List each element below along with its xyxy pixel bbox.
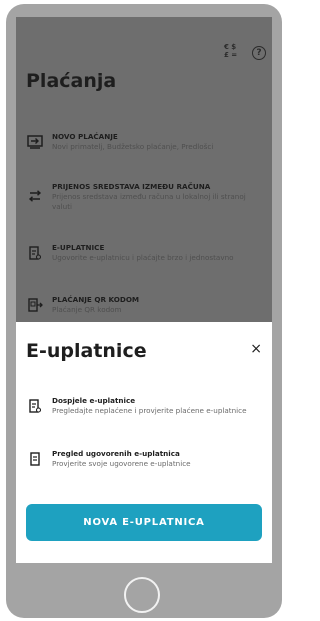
- menu-item-transfer[interactable]: PRIJENOS SREDSTAVA IZMEĐU RAČUNA Prijeno…: [24, 182, 268, 212]
- menu-item-e-bills[interactable]: E-UPLATNICE Ugovorite e-uplatnicu i plać…: [24, 243, 268, 263]
- menu-item-qr-payment[interactable]: PLAĆANJE QR KODOM Plaćanje QR kodom: [24, 295, 268, 315]
- menu-item-title: PRIJENOS SREDSTAVA IZMEĐU RAČUNA: [52, 182, 211, 191]
- menu-item-title: NOVO PLAĆANJE: [52, 132, 118, 141]
- menu-item-title: PLAĆANJE QR KODOM: [52, 295, 140, 304]
- menu-item-subtitle: Prijenos sredstava između računa u lokal…: [52, 192, 246, 211]
- e-bill-icon: [29, 246, 41, 260]
- due-e-bill-icon: [29, 399, 41, 413]
- sheet-item-contracted-e-bills[interactable]: Pregled ugovorenih e-uplatnica Provjerit…: [24, 449, 268, 469]
- help-icon[interactable]: ?: [252, 46, 266, 60]
- home-button[interactable]: [124, 577, 160, 613]
- sheet-item-subtitle: Provjerite svoje ugovorene e-uplatnice: [52, 459, 191, 468]
- menu-item-title: E-UPLATNICE: [52, 243, 105, 252]
- contracted-e-bill-icon: [30, 452, 40, 466]
- exchange-rate-icon[interactable]: € $ £ =: [220, 44, 238, 62]
- bottom-sheet: E-uplatnice × Dospjele e-uplatnice Pregl…: [16, 322, 272, 563]
- sheet-item-subtitle: Pregledajte neplaćene i provjerite plaće…: [52, 406, 247, 415]
- new-payment-icon: [27, 135, 43, 149]
- sheet-item-due-e-bills[interactable]: Dospjele e-uplatnice Pregledajte neplaće…: [24, 396, 268, 416]
- screen: € $ £ = ? Plaćanja NOVO PLAĆANJE Novi pr…: [16, 17, 272, 563]
- menu-item-new-payment[interactable]: NOVO PLAĆANJE Novi primatelj, Budžetsko …: [24, 132, 268, 152]
- top-actions: € $ £ = ?: [220, 44, 266, 62]
- sheet-title: E-uplatnice: [26, 340, 147, 362]
- sheet-item-title: Dospjele e-uplatnice: [52, 396, 136, 405]
- new-e-bill-button[interactable]: NOVA E-UPLATNICA: [26, 504, 262, 541]
- phone-frame: € $ £ = ? Plaćanja NOVO PLAĆANJE Novi pr…: [6, 4, 282, 618]
- sheet-item-title: Pregled ugovorenih e-uplatnica: [52, 449, 180, 458]
- menu-item-subtitle: Ugovorite e-uplatnicu i plaćajte brzo i …: [52, 253, 234, 262]
- menu-item-subtitle: Plaćanje QR kodom: [52, 305, 122, 314]
- qr-payment-icon: [28, 298, 43, 312]
- close-icon[interactable]: ×: [250, 342, 262, 356]
- transfer-icon: [28, 190, 42, 202]
- menu-item-subtitle: Novi primatelj, Budžetsko plaćanje, Pred…: [52, 142, 214, 151]
- page-title: Plaćanja: [26, 70, 117, 92]
